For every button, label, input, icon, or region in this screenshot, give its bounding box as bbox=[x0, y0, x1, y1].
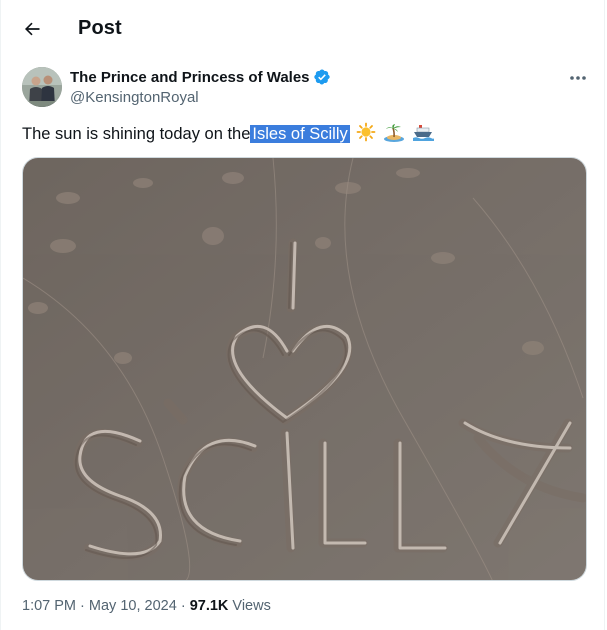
post-author: The Prince and Princess of Wales @Kensin… bbox=[22, 66, 592, 110]
page-header: Post bbox=[1, 0, 604, 58]
arrow-left-icon bbox=[25, 22, 40, 36]
post-photo[interactable] bbox=[22, 157, 587, 581]
more-button[interactable] bbox=[566, 68, 590, 88]
display-name-row: The Prince and Princess of Wales bbox=[70, 68, 331, 86]
verified-badge-icon bbox=[313, 68, 331, 86]
palm-island-emoji bbox=[383, 122, 405, 148]
sand-writing-photo bbox=[23, 158, 586, 580]
post-text-body: The sun is shining today on the bbox=[22, 125, 251, 143]
post-meta: 1:07 PM · May 10, 2024 · 97.1K Views bbox=[22, 598, 271, 614]
post-time[interactable]: 1:07 PM bbox=[22, 598, 76, 614]
post-date[interactable]: May 10, 2024 bbox=[89, 598, 177, 614]
page-title: Post bbox=[78, 17, 122, 39]
avatar-photo bbox=[22, 67, 62, 107]
more-horizontal-icon bbox=[570, 76, 586, 80]
views-label: Views bbox=[232, 598, 271, 614]
author-handle[interactable]: @KensingtonRoyal bbox=[70, 89, 199, 106]
meta-separator: · bbox=[80, 598, 85, 614]
post-detail-page: Post The Prince and Princess of Wales @K… bbox=[0, 0, 605, 630]
post-text-highlight[interactable]: Isles of Scilly bbox=[250, 125, 350, 143]
views-count[interactable]: 97.1K bbox=[190, 598, 229, 614]
avatar[interactable] bbox=[22, 67, 62, 107]
meta-separator-2: · bbox=[180, 598, 186, 614]
back-button[interactable] bbox=[15, 12, 49, 46]
post-text: The sun is shining today on the Isles of … bbox=[22, 122, 434, 148]
ship-emoji bbox=[412, 122, 434, 148]
display-name[interactable]: The Prince and Princess of Wales bbox=[70, 69, 310, 86]
sun-emoji bbox=[356, 122, 376, 148]
